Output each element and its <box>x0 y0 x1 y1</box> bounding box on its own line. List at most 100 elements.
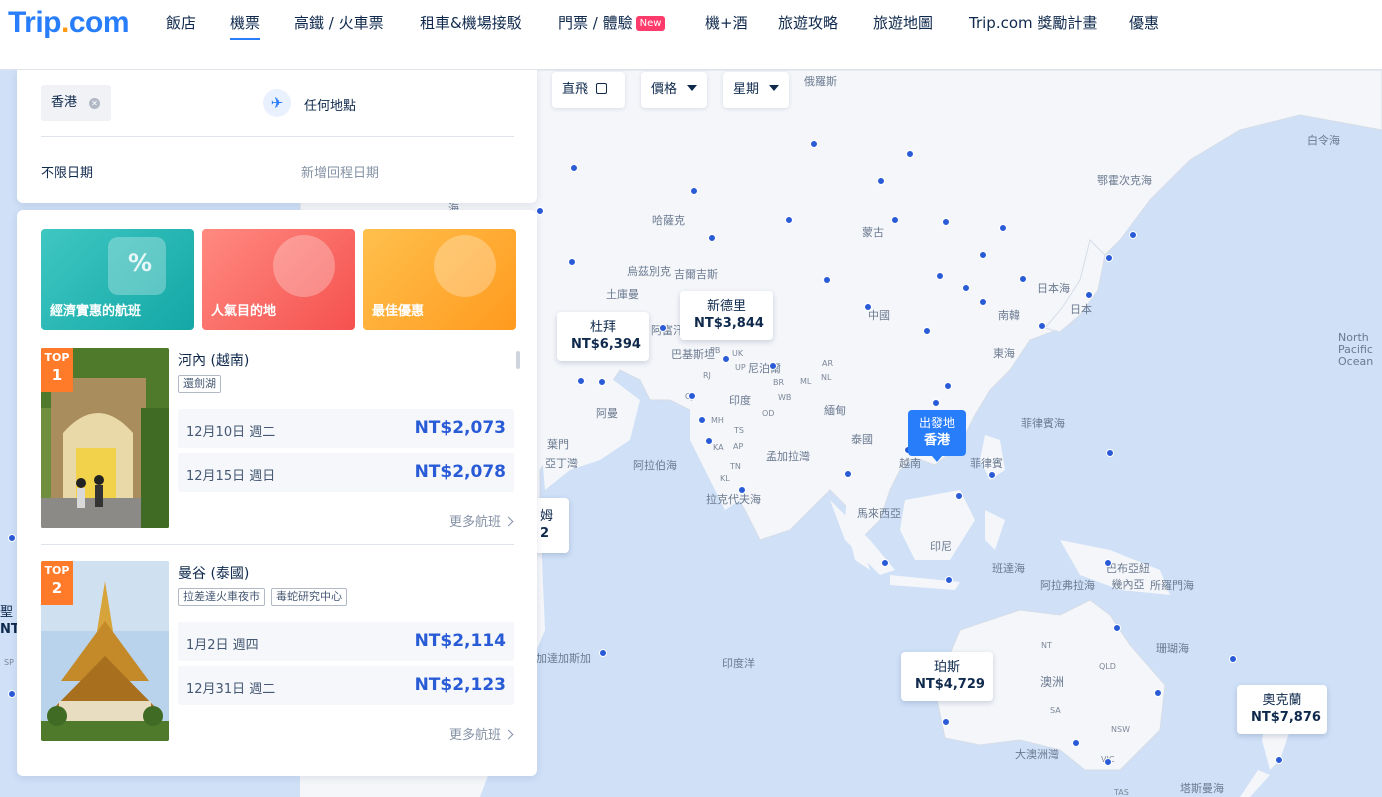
destination-dot[interactable] <box>688 392 696 400</box>
destination-dot[interactable] <box>932 399 940 407</box>
destination-dot[interactable] <box>881 559 889 567</box>
map-label: 所羅門海 <box>1150 579 1194 592</box>
destination-dot[interactable] <box>708 234 716 242</box>
destination-dot[interactable] <box>1104 758 1112 766</box>
destination-dot[interactable] <box>1106 449 1114 457</box>
destination-dot[interactable] <box>936 272 944 280</box>
destination-card[interactable]: TOP 1 河內 (越南) 還劍湖 12月10日 週二 NT$2,073 12月1… <box>41 348 514 538</box>
destination-field[interactable]: 任何地點 <box>304 95 356 114</box>
map-label: 土庫曼 <box>606 288 639 301</box>
destination-dot[interactable] <box>988 471 996 479</box>
weekday-filter[interactable]: 星期 <box>723 72 789 108</box>
origin-chip[interactable]: 香港 ✕ <box>41 85 111 121</box>
destination-dot[interactable] <box>705 437 713 445</box>
fare-option[interactable]: 12月10日 週二 NT$2,073 <box>178 409 514 448</box>
fare-price: NT$2,114 <box>414 631 506 651</box>
destination-dot[interactable] <box>1113 624 1121 632</box>
more-flights-link[interactable]: 更多航班 <box>449 724 514 743</box>
origin-pin[interactable]: 出發地 香港 <box>908 410 966 462</box>
nav-travel-map[interactable]: 旅遊地圖 <box>873 13 933 37</box>
destination-dot[interactable] <box>864 303 872 311</box>
price-pin-dubai[interactable]: 杜拜 NT$6,394 <box>557 312 649 361</box>
destination-dot[interactable] <box>698 416 706 424</box>
destination-dot[interactable] <box>577 377 585 385</box>
destination-card[interactable]: TOP 2 曼谷 (泰國) 拉差達火車夜市 毒蛇研究中心 1月2日 週四 NT$2,… <box>41 561 514 751</box>
fare-option[interactable]: 12月31日 週二 NT$2,123 <box>178 666 514 705</box>
destination-dot[interactable] <box>8 690 16 698</box>
destination-name[interactable]: 曼谷 (泰國) <box>178 563 249 583</box>
destination-dot[interactable] <box>979 251 987 259</box>
destination-dot[interactable] <box>944 382 952 390</box>
clear-origin-icon[interactable]: ✕ <box>89 98 100 109</box>
map-state-label: AP <box>733 442 744 451</box>
nonstop-filter[interactable]: 直飛 <box>552 72 625 108</box>
destination-dot[interactable] <box>942 718 950 726</box>
destination-dot[interactable] <box>785 216 793 224</box>
map-state-label: ML <box>800 377 812 386</box>
category-best-deals[interactable]: 最佳優惠 <box>363 229 516 330</box>
destination-dot[interactable] <box>536 207 544 215</box>
destination-dot[interactable] <box>823 276 831 284</box>
attraction-tag[interactable]: 拉差達火車夜市 <box>178 588 265 606</box>
category-cheap-flights[interactable]: % 經濟實惠的航班 <box>41 229 194 330</box>
destination-dot[interactable] <box>1085 291 1093 299</box>
fare-option[interactable]: 1月2日 週四 NT$2,114 <box>178 622 514 661</box>
destination-dot[interactable] <box>979 298 987 306</box>
departure-date-field[interactable]: 不限日期 <box>41 162 93 181</box>
price-pin-perth[interactable]: 珀斯 NT$4,729 <box>901 652 993 701</box>
destination-dot[interactable] <box>1019 275 1027 283</box>
destination-dot[interactable] <box>570 164 578 172</box>
destination-dot[interactable] <box>690 187 698 195</box>
destination-dot[interactable] <box>962 284 970 292</box>
destination-dot[interactable] <box>844 470 852 478</box>
destination-dot[interactable] <box>599 649 607 657</box>
nonstop-checkbox[interactable] <box>596 83 608 94</box>
destination-dot[interactable] <box>891 216 899 224</box>
destination-dot[interactable] <box>810 140 818 148</box>
destination-dot[interactable] <box>999 224 1007 232</box>
attraction-tag[interactable]: 還劍湖 <box>178 375 221 393</box>
nav-flight-hotel[interactable]: 機+酒 <box>705 13 748 37</box>
price-filter[interactable]: 價格 <box>641 72 707 108</box>
nav-travel-guides[interactable]: 旅遊攻略 <box>778 13 838 37</box>
destination-dot[interactable] <box>955 492 963 500</box>
attraction-tag[interactable]: 毒蛇研究中心 <box>271 588 347 606</box>
price-pin-auckland[interactable]: 奧克蘭 NT$7,876 <box>1237 685 1327 734</box>
return-date-field[interactable]: 新增回程日期 <box>301 162 379 181</box>
destination-dot[interactable] <box>769 362 777 370</box>
destination-dot[interactable] <box>1154 689 1162 697</box>
destination-dot[interactable] <box>906 150 914 158</box>
destination-dot[interactable] <box>659 324 667 332</box>
nav-rewards[interactable]: Trip.com 獎勵計畫 <box>969 13 1097 37</box>
destination-name[interactable]: 河內 (越南) <box>178 350 249 370</box>
destination-dot[interactable] <box>1105 254 1113 262</box>
destination-dot[interactable] <box>1104 559 1112 567</box>
destination-dot[interactable] <box>1072 739 1080 747</box>
nav-deals[interactable]: 優惠 <box>1129 13 1159 37</box>
destination-dot[interactable] <box>877 177 885 185</box>
category-popular[interactable]: 人氣目的地 <box>202 229 355 330</box>
nav-trains[interactable]: 高鐵 / 火車票 <box>294 13 384 37</box>
trip-logo[interactable]: Trip.com <box>8 6 130 40</box>
nav-car-rental[interactable]: 租車&機場接駁 <box>420 13 522 37</box>
nav-hotels[interactable]: 飯店 <box>166 13 196 37</box>
more-flights-link[interactable]: 更多航班 <box>449 511 514 530</box>
destination-dot[interactable] <box>738 486 746 494</box>
destination-dot[interactable] <box>1275 756 1283 764</box>
destination-dot[interactable] <box>923 327 931 335</box>
destination-dot[interactable] <box>945 576 953 584</box>
price-pin-new-delhi[interactable]: 新德里 NT$3,844 <box>680 291 773 340</box>
nav-attractions[interactable]: 門票 / 體驗 New <box>558 13 666 37</box>
nav-flights[interactable]: 機票 <box>230 13 261 40</box>
destination-dot[interactable] <box>568 258 576 266</box>
destination-dot[interactable] <box>942 218 950 226</box>
destination-dot[interactable] <box>722 355 730 363</box>
fare-price: NT$2,073 <box>414 418 506 438</box>
scrollbar[interactable] <box>516 351 520 369</box>
destination-dot[interactable] <box>1129 231 1137 239</box>
destination-dot[interactable] <box>8 534 16 542</box>
fare-option[interactable]: 12月15日 週日 NT$2,078 <box>178 453 514 492</box>
destination-dot[interactable] <box>598 378 606 386</box>
destination-dot[interactable] <box>1229 655 1237 663</box>
destination-dot[interactable] <box>1038 322 1046 330</box>
